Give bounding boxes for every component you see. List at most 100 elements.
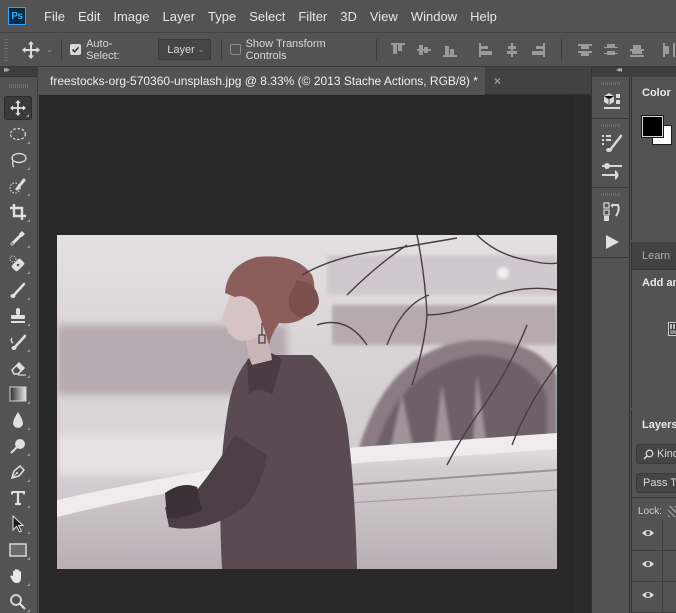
align-left-edges-icon[interactable] — [478, 42, 493, 57]
lock-transparent-pixels-icon[interactable] — [668, 506, 676, 517]
expand-panel-icon[interactable]: ▸▸ — [4, 65, 10, 74]
align-right-edges-icon[interactable] — [531, 42, 545, 57]
actions-play-icon[interactable] — [601, 232, 623, 252]
menu-view[interactable]: View — [370, 9, 407, 24]
eyedropper-tool[interactable] — [4, 226, 32, 250]
tool-preset-picker[interactable]: ⌄ — [21, 40, 53, 59]
color-panel-title[interactable]: Color — [642, 87, 671, 99]
distribute-top-icon[interactable] — [577, 43, 592, 57]
layer-row[interactable] — [632, 520, 676, 551]
hand-tool[interactable] — [4, 564, 32, 588]
panel-icon-dock — [591, 77, 630, 613]
history-brush-icon — [10, 334, 27, 350]
visibility-eye-icon[interactable] — [641, 528, 655, 538]
dock-group-grip[interactable] — [601, 82, 621, 85]
blur-drop-icon — [13, 412, 23, 428]
zoom-tool[interactable] — [4, 590, 32, 613]
options-bar-grip[interactable] — [4, 38, 8, 61]
rectangle-tool[interactable] — [4, 538, 32, 562]
foreground-color-swatch[interactable] — [641, 115, 664, 138]
divider — [662, 551, 663, 582]
lock-label: Lock: — [638, 506, 662, 517]
visibility-eye-icon[interactable] — [641, 559, 655, 569]
spot-healing-icon — [9, 255, 25, 272]
menu-file[interactable]: File — [44, 9, 74, 24]
layers-panel-title[interactable]: Layers — [642, 419, 676, 431]
elliptical-marquee-tool[interactable] — [4, 122, 32, 146]
tools-panel-grip[interactable] — [9, 84, 29, 88]
history-brush-tool[interactable] — [4, 330, 32, 354]
menu-edit[interactable]: Edit — [78, 9, 109, 24]
clone-stamp-tool[interactable] — [4, 304, 32, 328]
learn-heading: Add an — [642, 277, 676, 289]
pen-icon — [10, 464, 26, 480]
type-icon — [11, 491, 25, 506]
menu-select[interactable]: Select — [249, 9, 294, 24]
show-transform-controls-checkbox[interactable] — [229, 44, 241, 55]
brush-presets-icon[interactable] — [601, 133, 623, 153]
blend-mode-dropdown[interactable]: Pass Th — [636, 473, 676, 493]
layer-row[interactable] — [632, 551, 676, 582]
menu-type[interactable]: Type — [208, 9, 245, 24]
layer-filter-kind[interactable]: Kind — [636, 444, 676, 464]
history-icon[interactable] — [601, 202, 623, 222]
move-tool[interactable] — [4, 96, 32, 120]
auto-select-target-dropdown[interactable]: Layer ⌄ — [158, 39, 211, 60]
lasso-icon — [11, 152, 27, 168]
color-panel: Color — [631, 77, 676, 240]
check-icon — [72, 46, 80, 53]
divider — [220, 38, 222, 61]
distribute-bottom-icon[interactable] — [629, 43, 644, 57]
gradient-tool[interactable] — [4, 382, 32, 406]
divider — [632, 497, 676, 498]
menu-filter[interactable]: Filter — [298, 9, 336, 24]
document-tab[interactable]: freestocks-org-570360-unsplash.jpg @ 8.3… — [39, 67, 501, 95]
layers-panel: Layers Kind Pass Th Lock: — [631, 410, 676, 613]
blur-tool[interactable] — [4, 408, 32, 432]
dock-group-grip[interactable] — [601, 193, 621, 196]
dodge-tool[interactable] — [4, 434, 32, 458]
eraser-tool[interactable] — [4, 356, 32, 380]
divider — [560, 38, 562, 61]
collapse-panels-icon[interactable]: ◂◂ — [616, 65, 622, 74]
align-vertical-centers-icon[interactable] — [416, 43, 431, 57]
learn-panel: Learn Add an — [631, 242, 676, 408]
align-horizontal-centers-icon[interactable] — [505, 42, 519, 57]
align-bottom-edges-icon[interactable] — [442, 43, 457, 57]
align-top-edges-icon[interactable] — [390, 42, 405, 57]
learn-thumbnail-icon — [668, 322, 676, 336]
menu-3d[interactable]: 3D — [340, 9, 366, 24]
close-tab-icon[interactable]: × — [494, 74, 501, 88]
layer-row[interactable] — [632, 582, 676, 613]
crop-tool[interactable] — [4, 200, 32, 224]
distribute-vertical-centers-icon[interactable] — [603, 43, 618, 57]
layer-filter-label: Kind — [657, 448, 676, 460]
vertical-scrollbar[interactable] — [573, 95, 591, 613]
type-tool[interactable] — [4, 486, 32, 510]
quick-selection-icon — [9, 178, 26, 194]
3d-panel-icon[interactable] — [601, 91, 623, 111]
visibility-eye-icon[interactable] — [641, 590, 655, 600]
quick-selection-tool[interactable] — [4, 174, 32, 198]
arrow-cursor-icon — [12, 515, 25, 533]
distribute-left-icon[interactable] — [662, 42, 676, 57]
dock-group-grip[interactable] — [601, 124, 621, 127]
menu-help[interactable]: Help — [470, 9, 506, 24]
menu-layer[interactable]: Layer — [163, 9, 205, 24]
menu-window[interactable]: Window — [411, 9, 466, 24]
right-dock-header[interactable]: ◂◂ — [591, 65, 676, 77]
spot-healing-brush-tool[interactable] — [4, 252, 32, 276]
auto-select-target-value: Layer — [167, 43, 195, 56]
path-selection-tool[interactable] — [4, 512, 32, 536]
document-image[interactable] — [57, 235, 557, 569]
tab-learn[interactable]: Learn — [632, 242, 676, 270]
brush-tool[interactable] — [4, 278, 32, 302]
auto-select-checkbox[interactable] — [70, 44, 82, 55]
pen-tool[interactable] — [4, 460, 32, 484]
lasso-tool[interactable] — [4, 148, 32, 172]
photo-content — [57, 235, 557, 569]
menu-image[interactable]: Image — [113, 9, 158, 24]
blend-mode-value: Pass Th — [643, 477, 676, 489]
brush-settings-icon[interactable] — [601, 161, 623, 181]
tools-panel-header[interactable]: ▸▸ — [0, 65, 38, 77]
